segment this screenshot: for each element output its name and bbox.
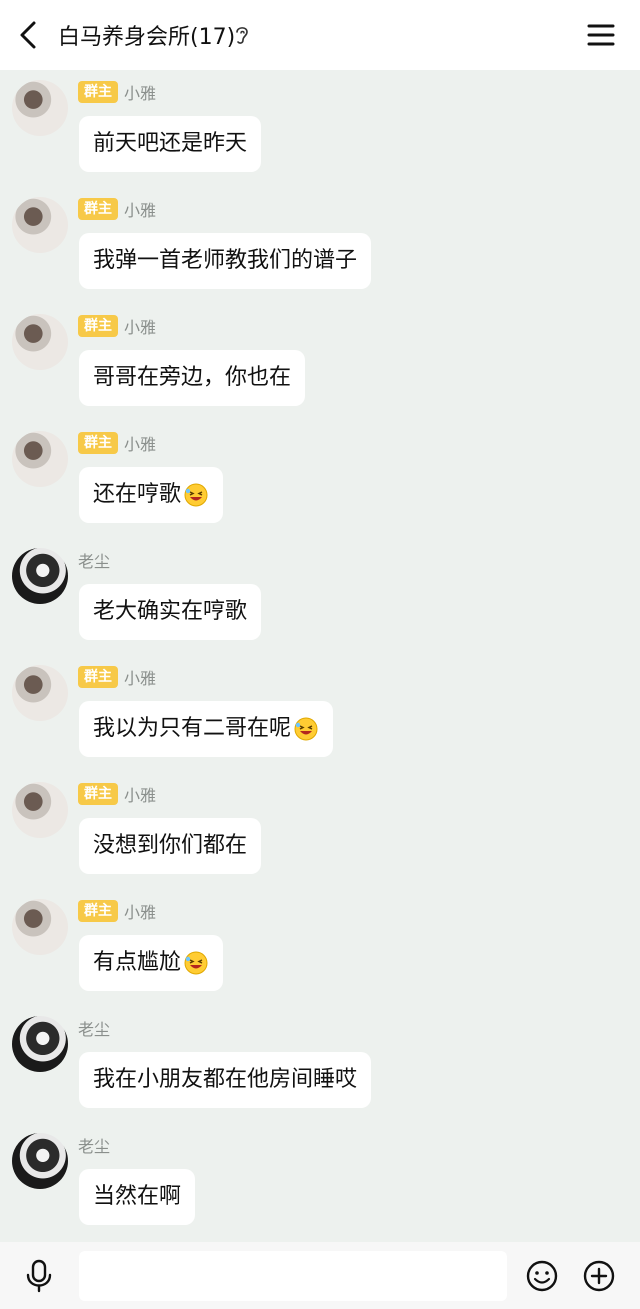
laughing-face-emoji-icon — [184, 951, 208, 975]
message-row: 群主 小雅 没想到你们都在 — [0, 772, 640, 889]
message-text: 我以为只有二哥在呢 — [93, 716, 292, 741]
message-text: 没想到你们都在 — [93, 833, 248, 858]
plus-icon[interactable] — [582, 1259, 616, 1293]
sender-name: 小雅 — [124, 318, 157, 337]
message-meta: 群主 小雅 — [78, 80, 156, 104]
message-row: 群主 小雅 有点尴尬 — [0, 889, 640, 1006]
message-bubble[interactable]: 哥哥在旁边，你也在 — [79, 350, 306, 406]
sender-name: 老尘 — [78, 1137, 111, 1156]
message-text: 有点尴尬 — [93, 950, 182, 975]
chat-title: 白马养身会所(17) — [58, 25, 236, 50]
message-row: 老尘 我在小朋友都在他房间睡哎 — [0, 1006, 640, 1123]
avatar[interactable] — [12, 431, 68, 487]
message-text: 我在小朋友都在他房间睡哎 — [93, 1067, 358, 1092]
emoji-icon[interactable] — [525, 1259, 559, 1293]
laughing-face-emoji-icon — [184, 483, 208, 507]
message-text: 我弹一首老师教我们的谱子 — [93, 248, 358, 273]
group-owner-badge: 群主 — [78, 81, 118, 103]
avatar[interactable] — [12, 665, 68, 721]
avatar[interactable] — [12, 1016, 68, 1072]
message-meta: 群主 小雅 — [78, 899, 156, 923]
avatar[interactable] — [12, 80, 68, 136]
message-text: 当然在啊 — [93, 1184, 182, 1209]
avatar[interactable] — [12, 314, 68, 370]
message-bubble[interactable]: 没想到你们都在 — [79, 818, 262, 874]
message-meta: 群主 小雅 — [78, 782, 156, 806]
message-bubble[interactable]: 我弹一首老师教我们的谱子 — [79, 233, 372, 289]
message-meta: 群主 小雅 — [78, 431, 156, 455]
sender-name: 小雅 — [124, 669, 157, 688]
message-text: 哥哥在旁边，你也在 — [93, 365, 292, 390]
message-row: 老尘 老大确实在哼歌 — [0, 538, 640, 655]
message-bubble[interactable]: 我以为只有二哥在呢 — [79, 701, 334, 757]
group-owner-badge: 群主 — [78, 666, 118, 688]
message-row: 群主 小雅 哥哥在旁边，你也在 — [0, 304, 640, 421]
message-bubble[interactable]: 还在哼歌 — [79, 467, 224, 523]
laughing-face-emoji-icon — [294, 717, 318, 741]
sender-name: 小雅 — [124, 84, 157, 103]
avatar[interactable] — [12, 782, 68, 838]
message-meta: 老尘 — [78, 1133, 110, 1157]
avatar[interactable] — [12, 548, 68, 604]
message-text: 前天吧还是昨天 — [93, 131, 248, 156]
sender-name: 小雅 — [124, 903, 157, 922]
message-bubble[interactable]: 当然在啊 — [79, 1169, 196, 1225]
message-row: 群主 小雅 我弹一首老师教我们的谱子 — [0, 187, 640, 304]
sender-name: 小雅 — [124, 786, 157, 805]
top-bar: 白马养身会所(17) — [0, 0, 640, 70]
group-owner-badge: 群主 — [78, 900, 118, 922]
group-owner-badge: 群主 — [78, 783, 118, 805]
message-bubble[interactable]: 有点尴尬 — [79, 935, 224, 991]
message-meta: 群主 小雅 — [78, 314, 156, 338]
sender-name: 老尘 — [78, 1020, 111, 1039]
message-row: 老尘 当然在啊 — [0, 1123, 640, 1240]
microphone-icon[interactable] — [24, 1259, 54, 1293]
ear-icon — [236, 27, 248, 44]
message-meta: 老尘 — [78, 548, 110, 572]
message-row: 群主 小雅 我以为只有二哥在呢 — [0, 655, 640, 772]
menu-icon[interactable] — [586, 22, 616, 48]
message-bubble[interactable]: 老大确实在哼歌 — [79, 584, 262, 640]
message-input[interactable] — [79, 1251, 507, 1301]
avatar[interactable] — [12, 899, 68, 955]
message-row: 群主 小雅 前天吧还是昨天 — [0, 70, 640, 187]
group-owner-badge: 群主 — [78, 315, 118, 337]
back-arrow-icon[interactable] — [14, 18, 44, 52]
avatar[interactable] — [12, 197, 68, 253]
sender-name: 小雅 — [124, 201, 157, 220]
message-meta: 老尘 — [78, 1016, 110, 1040]
sender-name: 老尘 — [78, 552, 111, 571]
message-meta: 群主 小雅 — [78, 197, 156, 221]
sender-name: 小雅 — [124, 435, 157, 454]
avatar[interactable] — [12, 1133, 68, 1189]
message-bubble[interactable]: 我在小朋友都在他房间睡哎 — [79, 1052, 372, 1108]
input-bar — [0, 1242, 640, 1309]
group-owner-badge: 群主 — [78, 432, 118, 454]
message-bubble[interactable]: 前天吧还是昨天 — [79, 116, 262, 172]
message-text: 老大确实在哼歌 — [93, 599, 248, 624]
message-list[interactable]: 群主 小雅 前天吧还是昨天 群主 小雅 我弹一首老师教我们的谱子 群主 小雅 哥… — [0, 70, 640, 1242]
group-owner-badge: 群主 — [78, 198, 118, 220]
message-text: 还在哼歌 — [93, 482, 182, 507]
message-row: 群主 小雅 还在哼歌 — [0, 421, 640, 538]
message-meta: 群主 小雅 — [78, 665, 156, 689]
